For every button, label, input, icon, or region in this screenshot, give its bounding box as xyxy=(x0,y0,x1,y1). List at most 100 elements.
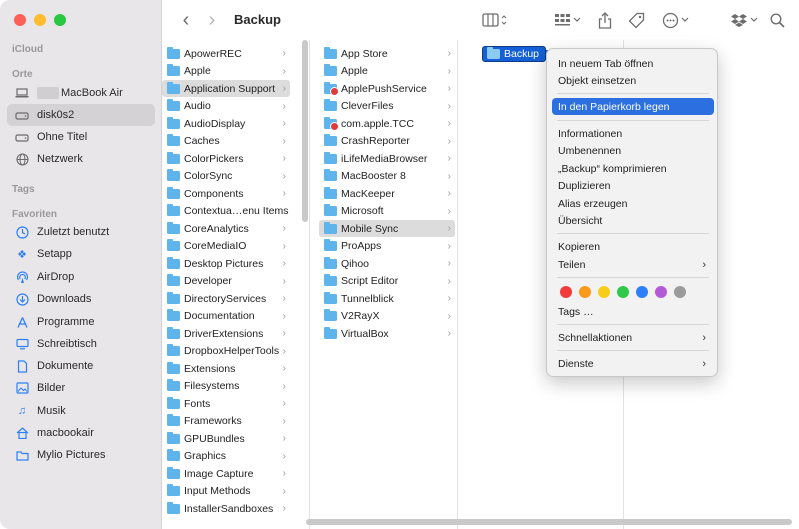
tag-yellow-dot[interactable] xyxy=(598,286,610,298)
list-item[interactable]: Apple › xyxy=(319,63,455,80)
tag-orange-dot[interactable] xyxy=(579,286,591,298)
minimize-button[interactable] xyxy=(34,14,46,26)
share-button[interactable] xyxy=(596,10,614,30)
list-item[interactable]: Mobile Sync › xyxy=(319,220,455,237)
sidebar-item-airdrop[interactable]: AirDrop xyxy=(7,266,155,288)
list-item[interactable]: ProApps › xyxy=(319,238,455,255)
menu-make-alias[interactable]: Alias erzeugen xyxy=(552,195,714,212)
list-item[interactable]: CleverFiles › xyxy=(319,98,455,115)
menu-share[interactable]: Teilen › xyxy=(552,256,714,273)
list-item[interactable]: ColorPickers › xyxy=(162,150,290,167)
list-item[interactable]: Fonts › xyxy=(162,395,290,412)
folder-icon xyxy=(324,256,337,269)
list-item[interactable]: ApplePushService › xyxy=(319,80,455,97)
menu-rename[interactable]: Umbenennen xyxy=(552,142,714,159)
menu-services[interactable]: Dienste › xyxy=(552,355,714,372)
list-item[interactable]: Frameworks › xyxy=(162,413,290,430)
list-item[interactable]: DropboxHelperTools › xyxy=(162,343,290,360)
tag-button[interactable] xyxy=(626,10,646,30)
sidebar-item-programme[interactable]: Programme xyxy=(7,311,155,333)
list-item[interactable]: GPUBundles › xyxy=(162,430,290,447)
menu-tags[interactable]: Tags … xyxy=(552,303,714,320)
list-item[interactable]: CrashReporter › xyxy=(319,133,455,150)
sidebar-item-setapp[interactable]: ❖ Setapp xyxy=(7,243,155,265)
list-item[interactable]: Caches › xyxy=(162,133,290,150)
menu-compress[interactable]: „Backup“ komprimieren xyxy=(552,160,714,177)
list-item[interactable]: Documentation › xyxy=(162,308,290,325)
list-item[interactable]: Apple › xyxy=(162,63,290,80)
sidebar-item-netzwerk[interactable]: Netzwerk xyxy=(7,148,155,170)
list-item[interactable]: InstallerSandboxes › xyxy=(162,500,290,517)
list-item[interactable]: ApowerREC › xyxy=(162,45,290,62)
menu-quick-look[interactable]: Übersicht xyxy=(552,212,714,229)
menu-duplicate[interactable]: Duplizieren xyxy=(552,177,714,194)
search-button[interactable] xyxy=(768,10,786,30)
list-item[interactable]: MacBooster 8 › xyxy=(319,168,455,185)
sidebar-item-ohne-titel[interactable]: Ohne Titel xyxy=(7,126,155,148)
tag-gray-dot[interactable] xyxy=(674,286,686,298)
list-item[interactable]: Input Methods › xyxy=(162,483,290,500)
column-application-support[interactable]: App Store › Apple › ApplePushService › CleverF… xyxy=(319,40,458,529)
sidebar-item-disk0s2[interactable]: disk0s2 xyxy=(7,104,155,126)
sidebar-item-downloads[interactable]: Downloads xyxy=(7,288,155,310)
backup-folder-item[interactable]: Backup xyxy=(482,46,547,62)
list-item[interactable]: Image Capture › xyxy=(162,465,290,482)
list-item[interactable]: App Store › xyxy=(319,45,455,62)
list-item[interactable]: Extensions › xyxy=(162,360,290,377)
list-item[interactable]: Components › xyxy=(162,185,290,202)
zoom-button[interactable] xyxy=(54,14,66,26)
list-item[interactable]: DriverExtensions › xyxy=(162,325,290,342)
back-button[interactable]: ‹ xyxy=(178,9,194,31)
list-item[interactable]: Script Editor › xyxy=(319,273,455,290)
sidebar-item-bilder[interactable]: Bilder xyxy=(7,377,155,399)
sidebar-item-zuletzt-benutzt[interactable]: Zuletzt benutzt xyxy=(7,221,155,243)
list-item[interactable]: Contextua…enu Items › xyxy=(162,203,290,220)
menu-quick-actions[interactable]: Schnellaktionen › xyxy=(552,329,714,346)
menu-paste-item[interactable]: Objekt einsetzen xyxy=(552,72,714,89)
list-item[interactable]: CoreAnalytics › xyxy=(162,220,290,237)
list-item[interactable]: DirectoryServices › xyxy=(162,290,290,307)
tag-purple-dot[interactable] xyxy=(655,286,667,298)
list-item[interactable]: CoreMediaIO › xyxy=(162,238,290,255)
list-item[interactable]: com.apple.TCC › xyxy=(319,115,455,132)
horizontal-scrollbar[interactable] xyxy=(306,519,792,525)
list-item[interactable]: Audio › xyxy=(162,98,290,115)
group-button[interactable] xyxy=(552,10,584,30)
sidebar-item-macbookair[interactable]: macbookair xyxy=(7,422,155,444)
menu-open-in-new-tab[interactable]: In neuem Tab öffnen xyxy=(552,55,714,72)
chevron-right-icon: › xyxy=(282,345,286,357)
list-item[interactable]: V2RayX › xyxy=(319,308,455,325)
sidebar-item-schreibtisch[interactable]: Schreibtisch xyxy=(7,333,155,355)
vertical-scrollbar[interactable] xyxy=(302,40,308,222)
list-item[interactable]: Desktop Pictures › xyxy=(162,255,290,272)
list-item[interactable]: Developer › xyxy=(162,273,290,290)
tag-red-dot[interactable] xyxy=(560,286,572,298)
menu-separator xyxy=(557,233,709,234)
sidebar-item-macbook-air[interactable]: MacBook Air xyxy=(7,82,155,104)
tag-blue-dot[interactable] xyxy=(636,286,648,298)
sidebar-item-mylio-pictures[interactable]: Mylio Pictures xyxy=(7,444,155,466)
list-item[interactable]: MacKeeper › xyxy=(319,185,455,202)
list-item[interactable]: Qihoo › xyxy=(319,255,455,272)
more-actions-button[interactable] xyxy=(660,10,692,30)
sidebar-item-musik[interactable]: ♫ Musik xyxy=(7,400,155,422)
list-item[interactable]: iLifeMediaBrowser › xyxy=(319,150,455,167)
column-library[interactable]: ApowerREC › Apple › Application Support › Audi… xyxy=(162,40,310,529)
menu-move-to-trash[interactable]: In den Papierkorb legen xyxy=(552,98,714,115)
list-item[interactable]: Filesystems › xyxy=(162,378,290,395)
list-item[interactable]: VirtualBox › xyxy=(319,325,455,342)
list-item[interactable]: ColorSync › xyxy=(162,168,290,185)
forward-button[interactable]: › xyxy=(204,9,220,31)
menu-get-info[interactable]: Informationen xyxy=(552,125,714,142)
list-item[interactable]: Microsoft › xyxy=(319,203,455,220)
view-mode-button[interactable] xyxy=(478,10,512,30)
sidebar-item-dokumente[interactable]: Dokumente xyxy=(7,355,155,377)
list-item[interactable]: Application Support › xyxy=(162,80,290,97)
list-item[interactable]: AudioDisplay › xyxy=(162,115,290,132)
list-item[interactable]: Graphics › xyxy=(162,448,290,465)
close-button[interactable] xyxy=(14,14,26,26)
menu-copy[interactable]: Kopieren xyxy=(552,238,714,255)
list-item[interactable]: Tunnelblick › xyxy=(319,290,455,307)
tag-green-dot[interactable] xyxy=(617,286,629,298)
dropbox-button[interactable] xyxy=(730,10,760,30)
